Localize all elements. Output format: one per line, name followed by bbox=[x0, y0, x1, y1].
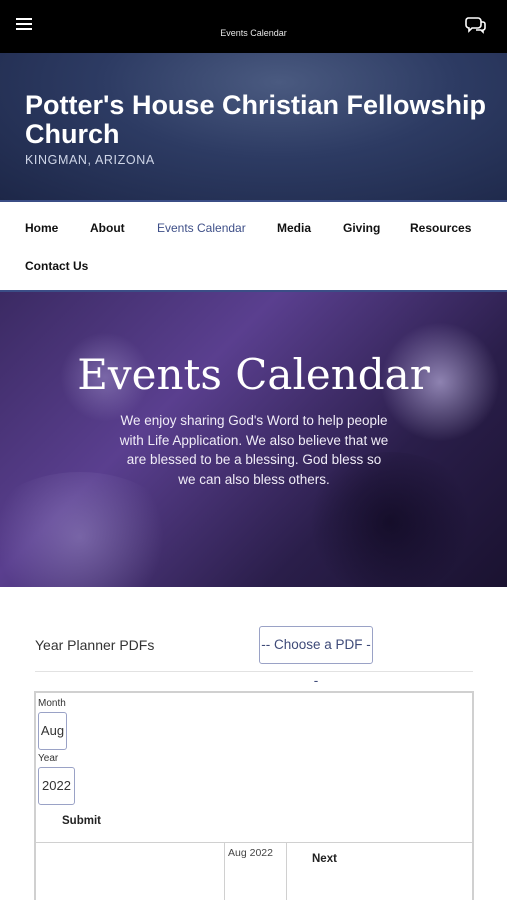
calendar-nav-row: Aug 2022 Next bbox=[36, 842, 472, 900]
submit-button[interactable]: Submit bbox=[62, 815, 101, 827]
hero-title: Events Calendar bbox=[77, 350, 430, 399]
nav-item-about[interactable]: About bbox=[90, 221, 125, 235]
hero-banner: Events Calendar We enjoy sharing God's W… bbox=[0, 292, 507, 587]
app-bar-title: Events Calendar bbox=[220, 28, 287, 38]
year-select[interactable]: 2022 bbox=[38, 767, 75, 805]
nav-item-media[interactable]: Media bbox=[277, 221, 311, 235]
site-header: Potter's House Christian Fellowship Chur… bbox=[0, 53, 507, 200]
site-location: KINGMAN, ARIZONA bbox=[25, 153, 155, 167]
stage-light-glow bbox=[0, 472, 180, 587]
current-month-label: Aug 2022 bbox=[228, 847, 273, 859]
nav-item-resources[interactable]: Resources bbox=[410, 221, 471, 235]
year-planner-label: Year Planner PDFs bbox=[35, 637, 155, 653]
app-top-bar: Events Calendar bbox=[0, 0, 507, 53]
nav-item-home[interactable]: Home bbox=[25, 221, 58, 235]
nav-item-events-calendar[interactable]: Events Calendar bbox=[157, 221, 246, 235]
month-label: Month bbox=[38, 698, 66, 709]
calendar-widget: Month Aug Year 2022 Submit Aug 2022 Next bbox=[34, 691, 474, 900]
nav-item-giving[interactable]: Giving bbox=[343, 221, 380, 235]
hero-description: We enjoy sharing God's Word to help peop… bbox=[119, 413, 389, 487]
pdf-select[interactable]: -- Choose a PDF -- bbox=[259, 626, 373, 688]
site-title[interactable]: Potter's House Christian Fellowship Chur… bbox=[25, 91, 495, 149]
calendar-prev-cell bbox=[36, 843, 224, 900]
calendar-current-cell: Aug 2022 bbox=[224, 843, 287, 900]
next-month-button[interactable]: Next bbox=[312, 853, 337, 865]
year-label: Year bbox=[38, 753, 59, 764]
calendar-next-cell: Next bbox=[287, 843, 472, 900]
divider bbox=[35, 671, 473, 672]
main-navigation: Home About Events Calendar Media Giving … bbox=[0, 200, 507, 292]
month-select[interactable]: Aug bbox=[38, 712, 67, 750]
nav-item-contact-us[interactable]: Contact Us bbox=[25, 259, 88, 273]
chat-bubbles-icon[interactable] bbox=[465, 15, 487, 35]
